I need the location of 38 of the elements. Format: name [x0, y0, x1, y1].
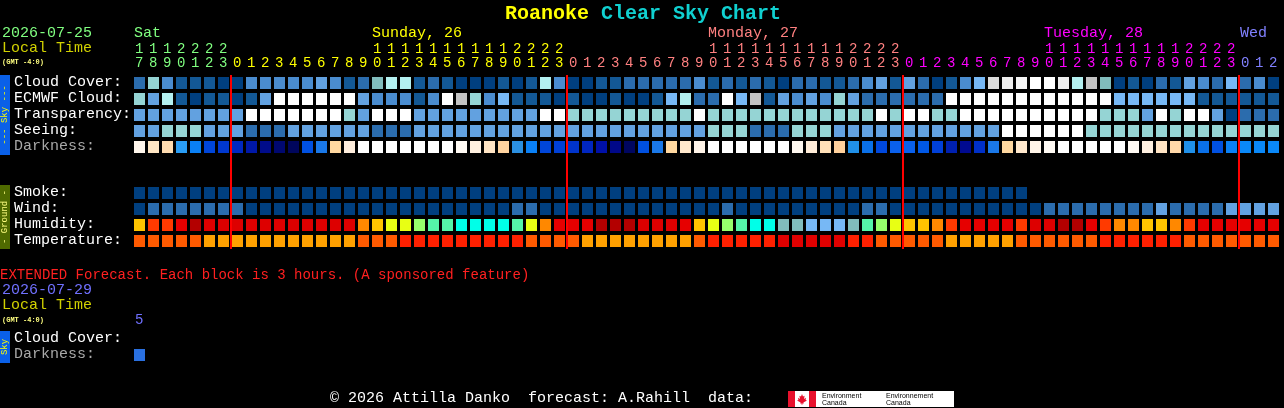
day-label: Wed	[1240, 26, 1267, 42]
hour-digits: 012345678901234567890123	[904, 56, 1242, 70]
credit-text: © 2026 Attilla Danko forecast: A.Rahill data:	[329, 391, 754, 407]
sky-section-tag: Sky	[0, 331, 10, 363]
hour-digit: 5	[134, 313, 144, 327]
extended-forecast-notice: EXTENDED Forecast. Each block is 3 hours. (A sponsored feature)	[0, 267, 530, 283]
hour-digits: 012345678901234567890123	[232, 56, 570, 70]
sky-section-tag: --- Sky ---	[0, 75, 10, 155]
row-label: ECMWF Cloud:	[14, 91, 124, 107]
location-title: Roanoke	[504, 1, 589, 25]
forecast-date: 2026-07-25	[2, 26, 92, 42]
row-label: Seeing:	[14, 123, 78, 139]
canada-flag-icon	[788, 391, 817, 407]
row-label: Transparency:	[14, 107, 133, 123]
row-label: Temperature:	[14, 233, 124, 249]
row-label: Darkness:	[14, 347, 96, 363]
hour-digits: 012	[1240, 56, 1283, 70]
row-label: Cloud Cover:	[14, 75, 124, 91]
day-label: Sat	[134, 26, 161, 42]
local-time-label: Local Time	[2, 299, 92, 313]
row-label: Darkness:	[14, 139, 96, 155]
row-label: Cloud Cover:	[14, 331, 124, 347]
ground-section-tag: - Ground -	[0, 185, 10, 249]
row-label: Wind:	[14, 201, 60, 217]
day-label: Tuesday, 28	[1044, 26, 1144, 42]
hour-tens-digits: 11111111112222	[708, 42, 906, 56]
extended-date: 2026-07-29	[2, 283, 92, 299]
day-label: Sunday, 26	[372, 26, 462, 42]
hour-digits: 7890123	[134, 56, 233, 70]
hour-tens-digits: 11111111112222	[1044, 42, 1242, 56]
row-label: Humidity:	[14, 217, 96, 233]
local-time-label: Local Time	[2, 42, 92, 56]
hour-tens-digits: 11111111112222	[372, 42, 570, 56]
row-label: Smoke:	[14, 185, 69, 201]
hour-tens-digits: 1112222	[134, 42, 233, 56]
hour-digits: 012345678901234567890123	[568, 56, 906, 70]
day-label: Monday, 27	[708, 26, 798, 42]
chart-title: Clear Sky Chart	[601, 1, 781, 25]
